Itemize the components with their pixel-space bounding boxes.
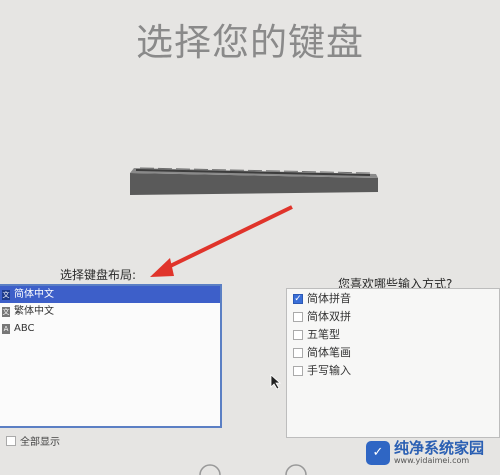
watermark-logo-icon: ✓ — [366, 441, 390, 465]
watermark-url: www.yidaimei.com — [394, 456, 470, 465]
watermark-name: 纯净系统家园 — [394, 439, 485, 457]
watermark: ✓ 纯净系统家园 www.yidaimei.com — [366, 440, 484, 466]
page-indicator-dots — [199, 464, 307, 475]
